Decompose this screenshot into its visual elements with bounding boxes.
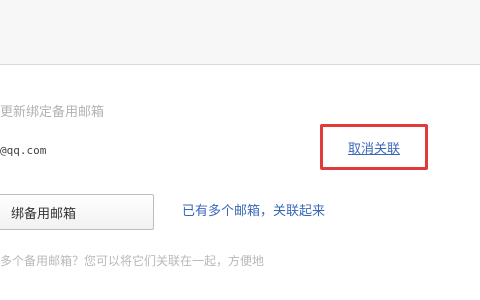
section-label: 更新绑定备用邮箱	[0, 105, 105, 120]
unlink-link[interactable]: 取消关联	[348, 138, 400, 157]
backup-email-settings-panel: 更新绑定备用邮箱 @qq.com 取消关联 绑备用邮箱 已有多个邮箱，关联起来 …	[0, 0, 480, 300]
link-multiple-emails-link[interactable]: 已有多个邮箱，关联起来	[182, 200, 325, 219]
add-backup-email-button[interactable]: 绑备用邮箱	[0, 194, 154, 230]
section-divider	[0, 64, 480, 65]
unlink-highlight-box: 取消关联	[320, 124, 428, 170]
header-band	[0, 0, 480, 64]
hint-text: 多个备用邮箱？您可以将它们关联在一起，方便地	[0, 254, 265, 268]
bound-email-address: @qq.com	[0, 144, 47, 157]
